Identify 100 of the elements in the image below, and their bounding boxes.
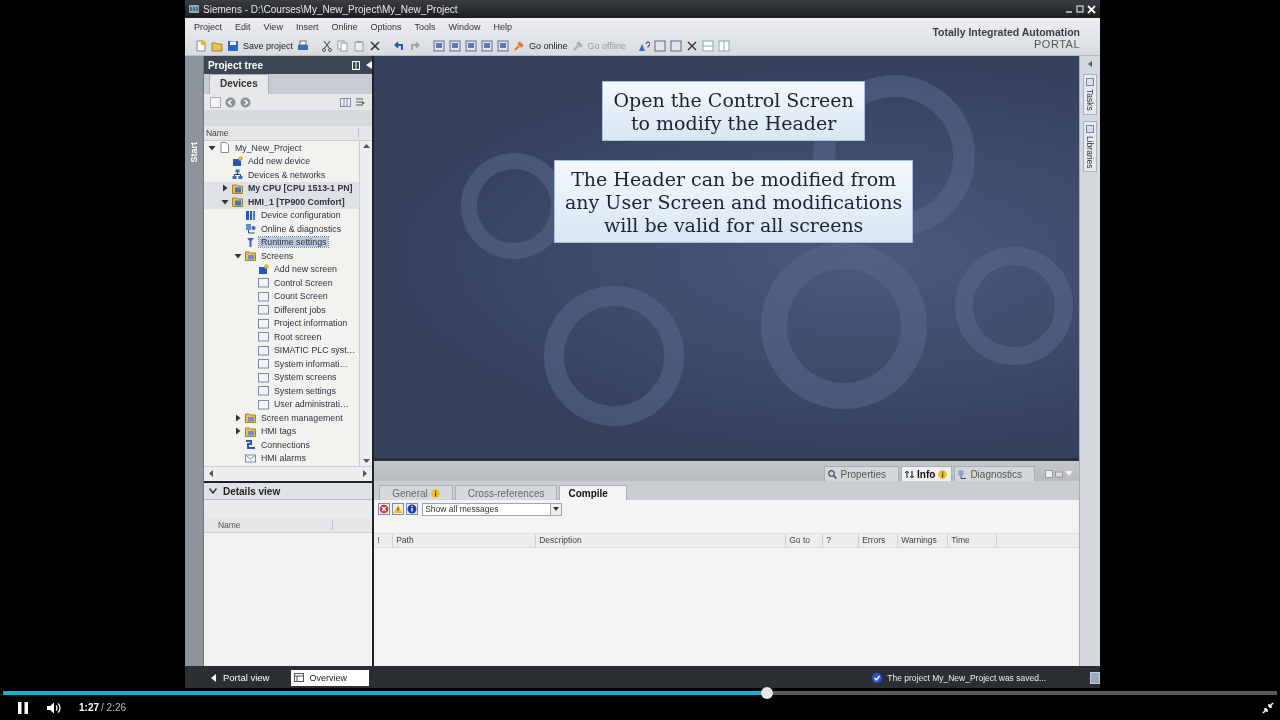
new-item-icon xyxy=(209,96,221,108)
connections-icon xyxy=(244,439,256,451)
screen-icon xyxy=(257,290,269,302)
error-filter-icon xyxy=(378,503,391,515)
menu-item[interactable]: Tools xyxy=(414,22,436,32)
tree-item[interactable]: Add new device xyxy=(245,156,313,167)
envelope-icon xyxy=(244,452,256,464)
devices-tab[interactable]: Devices xyxy=(208,74,269,94)
menu-item[interactable]: Help xyxy=(493,22,512,32)
column-header: ? xyxy=(823,534,860,547)
tree-item[interactable]: System settings xyxy=(271,385,338,396)
inspector-tab[interactable]: Diagnostics xyxy=(954,466,1036,481)
tree-item[interactable]: Count Screen xyxy=(271,291,330,302)
exit-fullscreen-icon[interactable] xyxy=(1262,701,1274,714)
expanded-arrow-icon[interactable] xyxy=(220,197,229,206)
toolbar-button[interactable]: Save project xyxy=(243,40,294,51)
tree-item[interactable]: Device configuration xyxy=(258,210,343,221)
duration: / 2:26 xyxy=(101,702,127,713)
add-screen-icon xyxy=(257,263,269,275)
volume-icon[interactable] xyxy=(47,701,61,714)
window-icon[interactable] xyxy=(497,39,510,52)
save-icon[interactable] xyxy=(227,39,239,52)
diagnostics-icon xyxy=(244,223,256,235)
scroll-up-icon xyxy=(362,143,370,148)
delete-icon[interactable] xyxy=(685,39,698,52)
panel-icon xyxy=(1086,124,1095,133)
collapsed-arrow-icon[interactable] xyxy=(233,427,242,436)
tree-item[interactable]: User administrati… xyxy=(271,399,351,410)
expanded-arrow-icon[interactable] xyxy=(207,143,216,152)
undo-icon[interactable] xyxy=(393,39,406,52)
chevron-down-icon xyxy=(208,488,217,494)
tree-item[interactable]: Screen management xyxy=(258,412,345,423)
warning-filter-icon xyxy=(392,503,405,515)
tree-item[interactable]: Connections xyxy=(258,439,312,450)
scroll-left-icon xyxy=(207,470,213,477)
new-project-icon[interactable] xyxy=(195,39,207,52)
tree-item[interactable]: System screens xyxy=(271,372,339,383)
overview-tab[interactable]: Overview xyxy=(291,669,369,686)
inspector-tab[interactable]: General xyxy=(379,485,453,500)
inspector-tab[interactable]: Cross-references xyxy=(454,485,558,500)
menu-item[interactable]: Online xyxy=(331,22,358,32)
tree-item[interactable]: Root screen xyxy=(271,331,324,342)
tree-item[interactable]: Add new screen xyxy=(271,264,339,275)
collapsed-arrow-icon[interactable] xyxy=(233,413,242,422)
column-header: Name xyxy=(217,520,333,530)
pin-icon xyxy=(352,60,361,70)
maximize-icon xyxy=(1076,5,1084,13)
window-title: Siemens - D:\Courses\My_New_Project\My_New_Project xyxy=(203,3,458,15)
printer-icon[interactable] xyxy=(297,39,310,52)
inspector-tab[interactable]: Info xyxy=(901,466,953,481)
toolbar-button[interactable]: Go online xyxy=(529,40,568,51)
tree-item[interactable]: Screens xyxy=(258,250,296,261)
menu-item[interactable]: Insert xyxy=(295,22,319,32)
menu-item[interactable]: Project xyxy=(194,22,222,32)
menu-item[interactable]: Window xyxy=(448,22,481,32)
side-tab[interactable]: Libraries xyxy=(1083,120,1098,173)
network-icon xyxy=(231,169,243,181)
collapsed-arrow-icon[interactable] xyxy=(220,184,229,193)
delete-icon[interactable] xyxy=(369,39,382,52)
tree-item[interactable]: Project information xyxy=(271,318,350,329)
inspector-tab[interactable]: Compile xyxy=(559,485,627,500)
column-header: Warnings xyxy=(898,534,949,547)
inspector-tab[interactable]: Properties xyxy=(824,466,900,481)
portal-view-button[interactable]: Portal view xyxy=(207,672,282,683)
panel-icon xyxy=(1086,78,1095,86)
tree-item[interactable]: HMI tags xyxy=(258,426,299,437)
tree-item[interactable]: Control Screen xyxy=(271,277,335,288)
copy-icon[interactable] xyxy=(337,39,350,52)
column-header: Errors xyxy=(859,534,899,547)
diagnostics-icon xyxy=(958,469,968,479)
tree-item[interactable]: My_New_Project xyxy=(232,142,304,153)
table-icon xyxy=(294,673,305,682)
expanded-arrow-icon[interactable] xyxy=(233,251,242,260)
menu-item[interactable]: Options xyxy=(370,22,402,32)
scissors-icon[interactable] xyxy=(321,39,334,52)
triangle-left-icon xyxy=(211,673,217,682)
maximize-icon xyxy=(1055,469,1064,478)
menu-item[interactable]: Edit xyxy=(235,22,251,32)
device-folder-icon xyxy=(231,182,243,194)
wrench-icon xyxy=(244,236,256,248)
pause-icon[interactable] xyxy=(17,701,29,714)
column-header: ! xyxy=(374,534,394,547)
progress-handle[interactable] xyxy=(761,687,774,699)
open-folder-icon[interactable] xyxy=(211,39,223,52)
device-configuration-icon xyxy=(244,209,256,221)
tree-item[interactable]: System informati… xyxy=(271,358,351,369)
help-icon[interactable] xyxy=(637,39,650,52)
tree-item[interactable]: SIMATIC PLC syst… xyxy=(271,345,358,356)
tree-item[interactable]: Different jobs xyxy=(271,304,328,315)
tree-item[interactable]: HMI alarms xyxy=(258,453,308,464)
folder-icon xyxy=(244,412,256,424)
message-filter-dropdown[interactable]: Show all messages xyxy=(422,502,563,516)
tree-item[interactable]: Devices & networks xyxy=(245,169,328,180)
tree-item[interactable]: Online & diagnostics xyxy=(258,223,344,234)
tree-item[interactable]: Runtime settings xyxy=(258,237,329,248)
side-tab[interactable]: Tasks xyxy=(1083,74,1098,115)
window-icon[interactable] xyxy=(653,39,666,52)
info-icon xyxy=(938,469,948,479)
menu-item[interactable]: View xyxy=(263,22,283,32)
panel-title: Project tree xyxy=(207,59,263,71)
